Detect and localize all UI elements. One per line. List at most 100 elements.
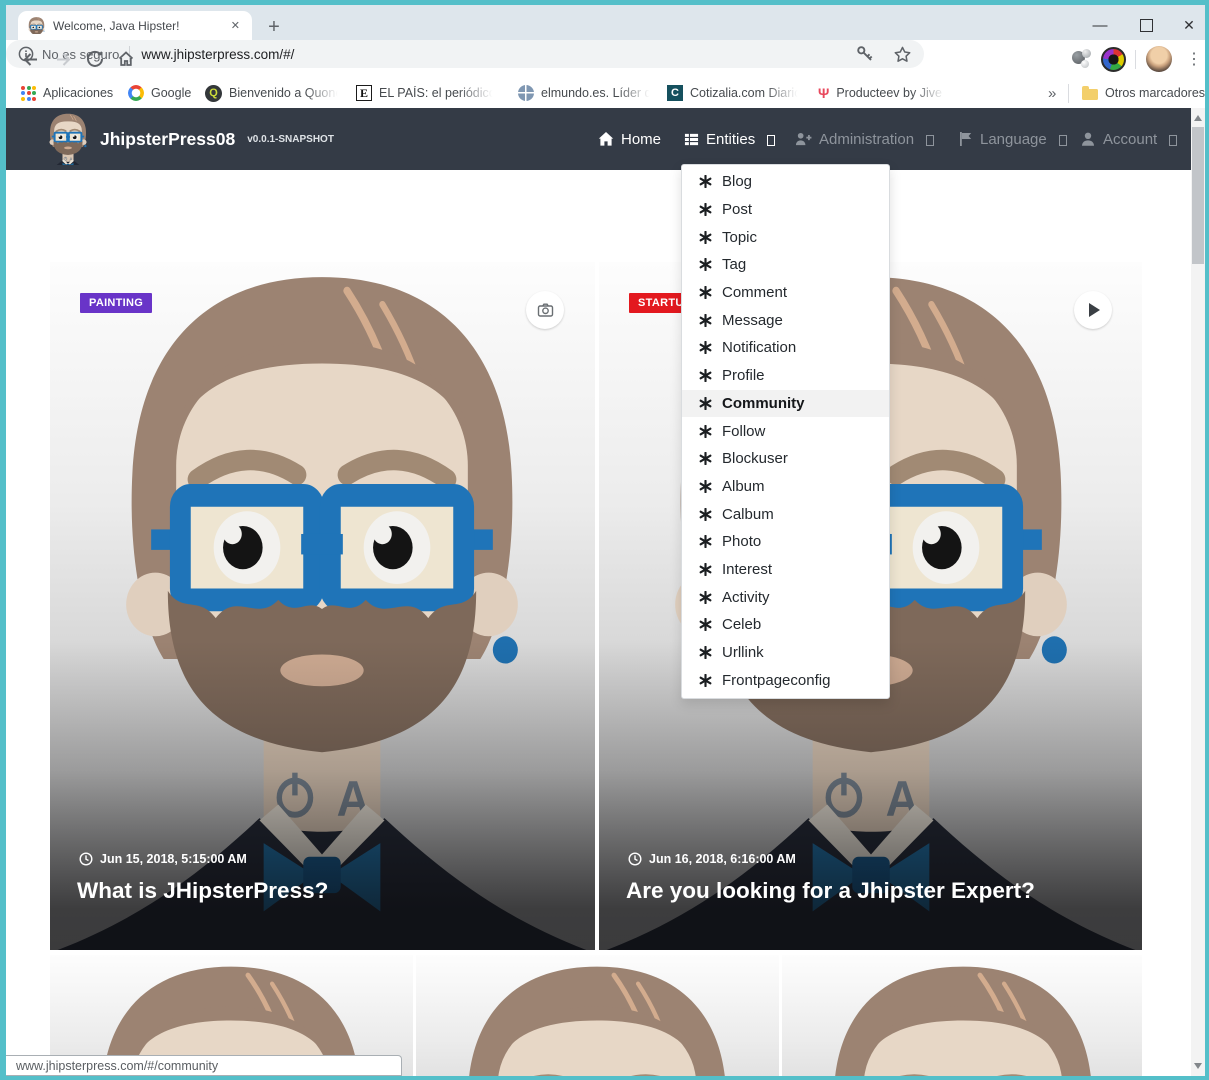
asterisk-icon [699,369,712,382]
menu-item-follow[interactable]: Follow [682,417,889,445]
caret-icon [767,135,775,146]
bookmarks-separator [1068,84,1069,103]
asterisk-icon [699,314,712,327]
menu-item-message[interactable]: Message [682,306,889,334]
menu-item-tag[interactable]: Tag [682,251,889,279]
window-border-top [0,0,1209,5]
menu-item-album[interactable]: Album [682,473,889,501]
browser-tab[interactable]: Welcome, Java Hipster! ✕ [18,11,252,40]
nav-item-account[interactable]: Account [1080,108,1177,170]
asterisk-icon [699,286,712,299]
scroll-up-arrow-icon[interactable] [1194,115,1202,121]
folder-icon [1082,89,1098,100]
password-key-icon[interactable] [855,44,875,64]
address-bar[interactable]: No es seguro www.jhipsterpress.com/#/ [6,40,924,68]
menu-item-community[interactable]: Community [682,390,889,418]
home-button[interactable] [114,47,138,71]
browser-menu-button[interactable]: ⋮ [1182,47,1206,71]
forward-button[interactable] [51,47,75,71]
nav-item-language[interactable]: Language [958,108,1067,170]
menu-item-profile[interactable]: Profile [682,362,889,390]
menu-item-interest[interactable]: Interest [682,556,889,584]
vertical-scrollbar[interactable] [1191,108,1205,1076]
asterisk-icon [699,646,712,659]
bookmark-elmundo[interactable]: elmundo.es. Líder de [518,82,653,104]
bookmark-quoner[interactable]: Q Bienvenido a Quoner [205,82,341,104]
nav-item-label: Entities [706,131,755,148]
app-navbar: JhipsterPress08 v0.0.1-SNAPSHOT Home Ent… [6,108,1191,170]
hipster-avatar-illustration [427,961,767,1076]
window-minimize-button[interactable]: — [1083,10,1117,40]
window-maximize-button[interactable] [1129,10,1163,40]
nav-item-entities[interactable]: Entities [684,108,775,170]
new-tab-button[interactable]: + [262,15,286,39]
tab-close-icon[interactable]: ✕ [227,17,244,34]
menu-item-frontpageconfig[interactable]: Frontpageconfig [682,666,889,694]
back-button[interactable] [18,47,42,71]
menu-item-celeb[interactable]: Celeb [682,611,889,639]
tab-title: Welcome, Java Hipster! [53,19,227,33]
bookmark-producteev[interactable]: Ψ Producteev by Jive - [818,82,948,104]
menu-item-notification[interactable]: Notification [682,334,889,362]
clock-icon [628,852,642,866]
menu-item-activity[interactable]: Activity [682,583,889,611]
extension-camera-lens-icon[interactable] [1100,46,1126,72]
bookmark-label: EL PAÍS: el periódico [379,86,496,100]
post-card[interactable] [416,955,779,1076]
caret-icon [1169,135,1177,146]
other-bookmarks-label: Otros marcadores [1105,86,1205,100]
asterisk-icon [699,535,712,548]
bookmarks-overflow-chevron[interactable]: » [1048,82,1056,104]
menu-item-blog[interactable]: Blog [682,168,889,196]
bookmark-star-icon[interactable] [893,45,912,64]
play-icon [1089,303,1100,317]
menu-item-photo[interactable]: Photo [682,528,889,556]
maximize-icon [1140,19,1153,32]
quoner-icon: Q [205,85,222,102]
menu-item-blockuser[interactable]: Blockuser [682,445,889,473]
asterisk-icon [699,425,712,438]
menu-item-calbum[interactable]: Calbum [682,500,889,528]
menu-item-topic[interactable]: Topic [682,223,889,251]
caret-icon [1059,135,1067,146]
media-type-photo-button[interactable] [526,291,564,329]
window-close-button[interactable]: ✕ [1172,10,1206,40]
bookmark-apps[interactable]: Aplicaciones [21,82,113,104]
extension-molecule-icon[interactable] [1069,46,1095,72]
nav-item-home[interactable]: Home [598,108,661,170]
nav-item-label: Home [621,131,661,148]
bookmark-cotizalia[interactable]: C Cotizalia.com Diario [667,82,801,104]
other-bookmarks[interactable]: Otros marcadores [1082,82,1205,104]
bookmark-label: Cotizalia.com Diario [690,86,801,100]
nav-item-label: Language [980,131,1047,148]
nav-item-administration[interactable]: Administration [795,108,934,170]
brand[interactable]: JhipsterPress08 v0.0.1-SNAPSHOT [45,113,334,165]
home-icon [598,131,614,147]
asterisk-icon [699,397,712,410]
nav-item-label: Account [1103,131,1157,148]
list-icon [684,132,699,147]
menu-item-comment[interactable]: Comment [682,279,889,307]
bookmark-label: Aplicaciones [43,86,113,100]
menu-item-post[interactable]: Post [682,196,889,224]
url-text[interactable]: www.jhipsterpress.com/#/ [141,47,855,62]
profile-avatar[interactable] [1146,46,1172,72]
scroll-down-arrow-icon[interactable] [1194,1063,1202,1069]
menu-item-urllink[interactable]: Urllink [682,639,889,667]
media-type-video-button[interactable] [1074,291,1112,329]
asterisk-icon [699,231,712,244]
hipster-avatar-illustration [72,268,572,950]
bookmark-google[interactable]: Google [128,82,191,104]
featured-card-painting[interactable]: PAINTING Jun 15, 2018, 5:15:00 AM What i… [50,262,595,950]
card-title[interactable]: Are you looking for a Jhipster Expert? [626,878,1035,904]
entities-dropdown-menu: Blog Post Topic Tag Comment Message Noti… [681,164,890,699]
bookmark-elpais[interactable]: E EL PAÍS: el periódico [356,82,496,104]
scrollbar-thumb[interactable] [1192,127,1204,264]
elpais-icon: E [356,85,372,101]
brand-name: JhipsterPress08 [100,129,235,150]
card-title[interactable]: What is JHipsterPress? [77,878,328,904]
post-card[interactable] [782,955,1142,1076]
reload-button[interactable] [83,47,107,71]
asterisk-icon [699,480,712,493]
category-badge[interactable]: PAINTING [80,293,152,313]
